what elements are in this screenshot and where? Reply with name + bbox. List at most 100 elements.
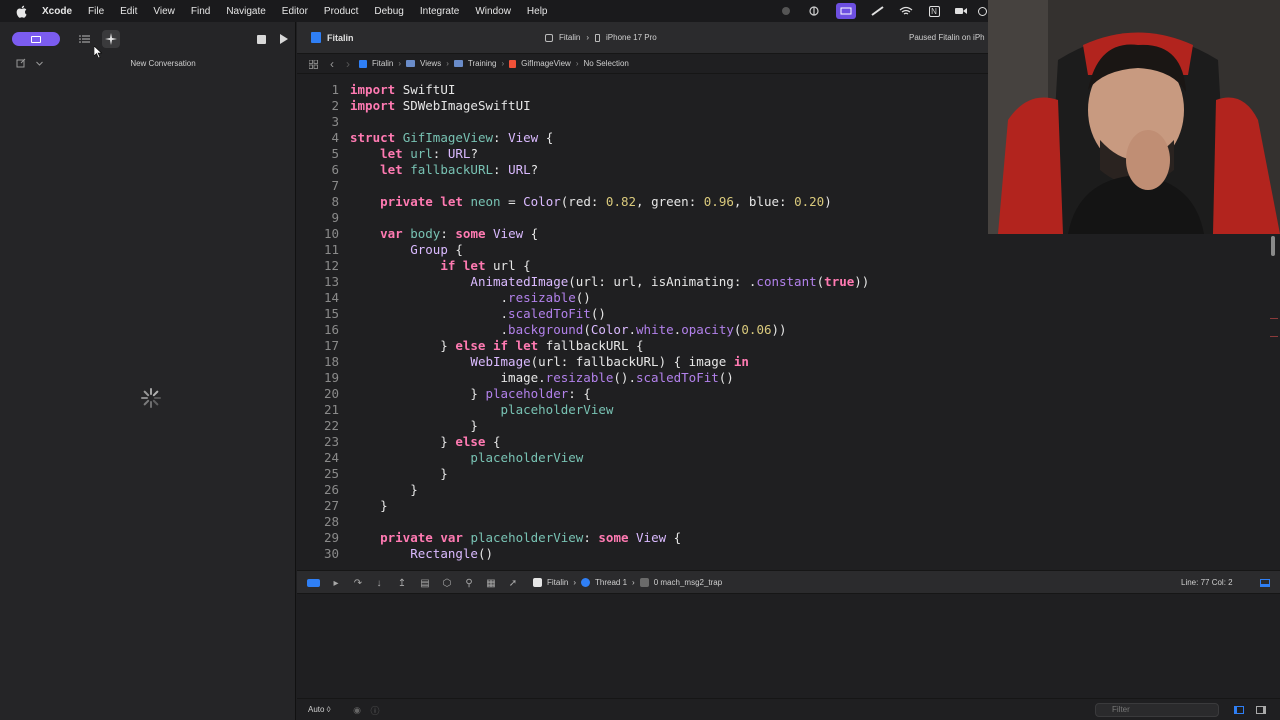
line-number: 17 xyxy=(323,338,339,353)
menu-navigate[interactable]: Navigate xyxy=(226,6,265,17)
stop-icon[interactable] xyxy=(253,31,269,47)
menu-editor[interactable]: Editor xyxy=(282,6,308,17)
code-line-6[interactable]: let fallbackURL: URL? xyxy=(350,162,538,178)
menu-debug[interactable]: Debug xyxy=(374,6,403,17)
menu-app-name[interactable]: Xcode xyxy=(42,6,72,17)
code-line-4[interactable]: struct GifImageView: View { xyxy=(350,130,553,146)
step-over-icon[interactable]: ↷ xyxy=(351,576,365,590)
debug-crumb-frame[interactable]: 0 mach_msg2_trap xyxy=(654,578,722,587)
app-icon xyxy=(533,578,542,587)
code-line-18[interactable]: WebImage(url: fallbackURL) { image in xyxy=(350,354,748,370)
menu-file[interactable]: File xyxy=(88,6,104,17)
scheme-title[interactable]: Fitalin xyxy=(311,32,354,43)
code-line-17[interactable]: } else if let fallbackURL { xyxy=(350,338,643,354)
apple-icon[interactable] xyxy=(14,4,28,18)
code-line-15[interactable]: .scaledToFit() xyxy=(350,306,606,322)
minimap-marker xyxy=(1270,318,1278,319)
debug-crumb-app[interactable]: Fitalin xyxy=(547,578,568,587)
line-number: 16 xyxy=(323,322,339,337)
line-number: 25 xyxy=(323,466,339,481)
notes-icon[interactable]: N xyxy=(927,3,941,19)
code-line-26[interactable]: } xyxy=(350,482,418,498)
line-number: 4 xyxy=(331,130,339,145)
code-line-2[interactable]: import SDWebImageSwiftUI xyxy=(350,98,531,114)
run-icon[interactable] xyxy=(275,31,291,47)
line-number: 20 xyxy=(323,386,339,401)
breadcrumb-views[interactable]: Views xyxy=(420,59,441,68)
code-line-19[interactable]: image.resizable().scaledToFit() xyxy=(350,370,734,386)
assistant-tab-button[interactable] xyxy=(12,32,60,46)
code-line-25[interactable]: } xyxy=(350,466,448,482)
menu-window[interactable]: Window xyxy=(475,6,511,17)
line-number: 23 xyxy=(323,434,339,449)
destination-project: Fitalin xyxy=(559,33,581,42)
menu-help[interactable]: Help xyxy=(527,6,548,17)
continue-icon[interactable]: ▸ xyxy=(329,576,343,590)
hide-debug-area-icon[interactable] xyxy=(1258,576,1272,590)
code-line-29[interactable]: private var placeholderView: some View { xyxy=(350,530,681,546)
minimap-marker xyxy=(1270,336,1278,337)
code-line-11[interactable]: Group { xyxy=(350,242,463,258)
view-hierarchy-icon[interactable]: ▤ xyxy=(418,576,432,590)
list-icon[interactable] xyxy=(77,31,93,47)
step-out-icon[interactable]: ↥ xyxy=(395,576,409,590)
back-arrow-icon[interactable]: ‹ xyxy=(324,56,340,72)
forward-arrow-icon[interactable]: › xyxy=(340,56,356,72)
code-line-13[interactable]: AnimatedImage(url: url, isAnimating: .co… xyxy=(350,274,869,290)
code-line-20[interactable]: } placeholder: { xyxy=(350,386,590,402)
editor-scrollbar[interactable] xyxy=(1269,236,1277,566)
debug-crumb-thread[interactable]: Thread 1 xyxy=(595,578,627,587)
wifi-icon[interactable] xyxy=(898,3,914,19)
code-line-16[interactable]: .background(Color.white.opacity(0.06)) xyxy=(350,322,787,338)
breadcrumb-project[interactable]: Fitalin xyxy=(372,59,393,68)
code-line-27[interactable]: } xyxy=(350,498,388,514)
right-pane-icon[interactable] xyxy=(1253,702,1269,718)
filter-input[interactable]: Filter xyxy=(1095,703,1219,717)
step-into-icon[interactable]: ↓ xyxy=(372,576,386,590)
code-line-12[interactable]: if let url { xyxy=(350,258,530,274)
environment-icon[interactable]: ⚲ xyxy=(462,576,476,590)
pen-icon[interactable] xyxy=(870,3,886,19)
code-line-8[interactable]: private let neon = Color(red: 0.82, gree… xyxy=(350,194,832,210)
chevron-right-icon: › xyxy=(575,59,579,68)
camera-icon[interactable] xyxy=(953,3,969,19)
code-line-1[interactable]: import SwiftUI xyxy=(350,82,455,98)
grid-icon[interactable] xyxy=(305,56,321,72)
menu-product[interactable]: Product xyxy=(324,6,358,17)
code-line-30[interactable]: Rectangle() xyxy=(350,546,493,562)
line-number: 5 xyxy=(331,146,339,161)
console-area[interactable] xyxy=(297,594,1280,698)
thread-icon xyxy=(581,578,591,587)
menu-view[interactable]: View xyxy=(153,6,175,17)
code-line-10[interactable]: var body: some View { xyxy=(350,226,538,242)
screen-record-icon[interactable] xyxy=(836,3,856,19)
menu-find[interactable]: Find xyxy=(191,6,210,17)
breadcrumb-training[interactable]: Training xyxy=(468,59,497,68)
frame-icon xyxy=(639,578,649,587)
left-pane-icon[interactable] xyxy=(1231,702,1247,718)
breadcrumb-selection[interactable]: No Selection xyxy=(584,59,629,68)
run-destination[interactable]: Fitalin › iPhone 17 Pro xyxy=(545,33,663,42)
breadcrumb-file[interactable]: GifImageView xyxy=(521,59,571,68)
code-line-21[interactable]: placeholderView xyxy=(350,402,614,418)
sparkle-icon[interactable] xyxy=(102,30,120,48)
simulate-icon[interactable]: ▦ xyxy=(484,576,498,590)
variables-scope-select[interactable]: Auto ◊ xyxy=(308,705,331,714)
filter-placeholder: Filter xyxy=(1112,705,1130,714)
menu-edit[interactable]: Edit xyxy=(120,6,137,17)
code-line-5[interactable]: let url: URL? xyxy=(350,146,478,162)
info-icon[interactable]: ⓘ xyxy=(367,702,383,718)
control-center-icon[interactable] xyxy=(976,3,988,19)
eye-icon[interactable]: ◉ xyxy=(349,702,365,718)
menu-integrate[interactable]: Integrate xyxy=(420,6,459,17)
code-line-14[interactable]: .resizable() xyxy=(350,290,591,306)
status-dot-icon[interactable] xyxy=(780,3,792,19)
code-line-24[interactable]: placeholderView xyxy=(350,450,583,466)
code-line-22[interactable]: } xyxy=(350,418,478,434)
code-line-23[interactable]: } else { xyxy=(350,434,500,450)
location-icon[interactable]: ➚ xyxy=(506,576,520,590)
memory-graph-icon[interactable]: ⬡ xyxy=(440,576,454,590)
cloud-icon[interactable] xyxy=(806,3,822,19)
breakpoints-toggle-icon[interactable] xyxy=(306,576,320,590)
scrollbar-thumb[interactable] xyxy=(1271,236,1275,256)
